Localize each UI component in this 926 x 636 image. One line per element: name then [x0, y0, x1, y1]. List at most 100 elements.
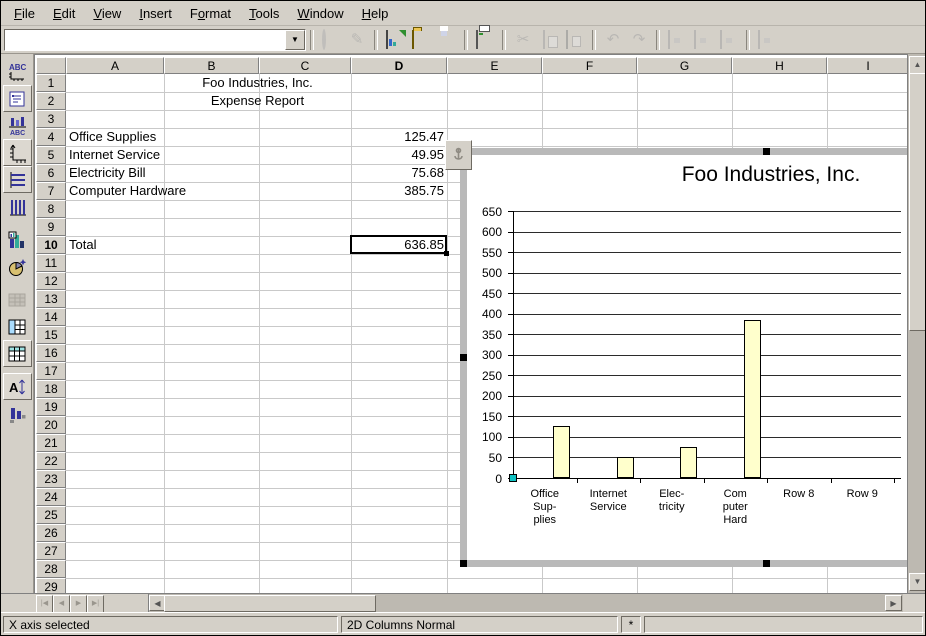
chart-title[interactable]: Foo Industries, Inc. [682, 163, 861, 187]
x-axis-label[interactable]: Elec- tricity [641, 488, 703, 514]
y-axis-label[interactable]: 450 [468, 287, 502, 301]
row-header-11[interactable]: 11 [36, 254, 66, 272]
x-axis-label[interactable]: Row 8 [768, 488, 830, 501]
vertical-scroll-thumb[interactable] [909, 73, 926, 331]
chart-title-icon[interactable]: ABC [3, 58, 32, 85]
bar[interactable] [617, 457, 634, 478]
paste-icon[interactable] [562, 27, 588, 53]
x-axis-label[interactable]: Com puter Hard [704, 488, 766, 527]
y-axis-label[interactable]: 50 [468, 451, 502, 465]
column-header-F[interactable]: F [542, 57, 637, 74]
y-axis-label[interactable]: 250 [468, 369, 502, 383]
hyperlink-bar-icon[interactable] [716, 27, 742, 53]
object-anchor-icon[interactable] [445, 140, 472, 170]
vertical-scrollbar[interactable]: ▲ ▼ [907, 54, 925, 593]
y-axis[interactable] [513, 211, 514, 479]
gallery-icon[interactable] [754, 27, 780, 53]
cell-A7[interactable]: Computer Hardware [66, 182, 164, 200]
menu-view[interactable]: View [84, 3, 130, 24]
row-header-9[interactable]: 9 [36, 218, 66, 236]
undo-icon[interactable]: ↶ [600, 27, 626, 53]
scroll-up-button[interactable]: ▲ [909, 56, 926, 74]
row-header-2[interactable]: 2 [36, 92, 66, 110]
y-axis-label[interactable]: 0 [468, 472, 502, 486]
reorganize-chart-icon[interactable] [3, 400, 32, 427]
first-sheet-button[interactable]: |◀ [36, 595, 53, 613]
row-header-27[interactable]: 27 [36, 542, 66, 560]
column-header-A[interactable]: A [66, 57, 164, 74]
object-handle[interactable] [763, 148, 770, 155]
object-handle[interactable] [460, 354, 467, 361]
data-in-columns-icon[interactable] [3, 313, 32, 340]
row-header-25[interactable]: 25 [36, 506, 66, 524]
row-header-4[interactable]: 4 [36, 128, 66, 146]
edit-file-icon[interactable]: ✎ [344, 27, 370, 53]
prev-sheet-button[interactable]: ◀ [53, 595, 70, 613]
horizontal-scrollbar[interactable]: ◀ ▶ [148, 594, 903, 612]
horizontal-scroll-thumb[interactable] [164, 595, 376, 612]
redo-icon[interactable]: ↷ [626, 27, 652, 53]
row-header-19[interactable]: 19 [36, 398, 66, 416]
column-header-C[interactable]: C [259, 57, 351, 74]
cell-D7[interactable]: 385.75 [351, 182, 447, 200]
fill-handle[interactable] [444, 251, 449, 256]
bar[interactable] [553, 426, 570, 478]
row-header-5[interactable]: 5 [36, 146, 66, 164]
x-axis-label[interactable]: Internet Service [577, 488, 639, 514]
menu-help[interactable]: Help [353, 3, 398, 24]
row-header-10[interactable]: 10 [36, 236, 66, 254]
bar[interactable] [680, 447, 697, 478]
next-sheet-button[interactable]: ▶ [70, 595, 87, 613]
row-header-20[interactable]: 20 [36, 416, 66, 434]
x-axis-selection-handle[interactable] [509, 474, 517, 482]
row-header-16[interactable]: 16 [36, 344, 66, 362]
copy-icon[interactable] [536, 27, 562, 53]
y-axis-label[interactable]: 300 [468, 348, 502, 362]
cell-D5[interactable]: 49.95 [351, 146, 447, 164]
cell-D6[interactable]: 75.68 [351, 164, 447, 182]
column-header-I[interactable]: I [827, 57, 909, 74]
select-all-corner[interactable] [36, 57, 66, 74]
column-header-E[interactable]: E [447, 57, 542, 74]
row-header-12[interactable]: 12 [36, 272, 66, 290]
chart-legend-icon[interactable] [3, 85, 32, 112]
cell-A5[interactable]: Internet Service [66, 146, 164, 164]
menu-file[interactable]: File [5, 3, 44, 24]
chart-object[interactable]: Foo Industries, Inc.65060055050045040035… [460, 148, 907, 567]
row-header-24[interactable]: 24 [36, 488, 66, 506]
cut-icon[interactable]: ✂ [510, 27, 536, 53]
cell-B1[interactable]: Foo Industries, Inc. [164, 74, 351, 92]
y-axis-label[interactable]: 550 [468, 246, 502, 260]
row-header-29[interactable]: 29 [36, 578, 66, 593]
vertical-grid-icon[interactable] [3, 193, 32, 220]
save-icon[interactable] [434, 27, 460, 53]
row-header-17[interactable]: 17 [36, 362, 66, 380]
row-header-7[interactable]: 7 [36, 182, 66, 200]
cell-A10[interactable]: Total [66, 236, 164, 254]
menu-window[interactable]: Window [288, 3, 352, 24]
column-header-B[interactable]: B [164, 57, 259, 74]
row-header-14[interactable]: 14 [36, 308, 66, 326]
row-header-23[interactable]: 23 [36, 470, 66, 488]
url-combobox[interactable]: ▼ [4, 29, 306, 51]
object-handle[interactable] [763, 560, 770, 567]
new-document-icon[interactable] [382, 27, 408, 53]
y-axis-label[interactable]: 200 [468, 389, 502, 403]
navigator-icon[interactable] [664, 27, 690, 53]
menu-format[interactable]: Format [181, 3, 240, 24]
row-header-18[interactable]: 18 [36, 380, 66, 398]
row-header-21[interactable]: 21 [36, 434, 66, 452]
row-header-6[interactable]: 6 [36, 164, 66, 182]
open-icon[interactable] [408, 27, 434, 53]
menu-insert[interactable]: Insert [130, 3, 181, 24]
show-axes-icon[interactable] [3, 139, 32, 166]
y-axis-label[interactable]: 500 [468, 266, 502, 280]
row-header-26[interactable]: 26 [36, 524, 66, 542]
row-header-3[interactable]: 3 [36, 110, 66, 128]
row-header-28[interactable]: 28 [36, 560, 66, 578]
x-axis[interactable] [513, 478, 901, 479]
last-sheet-button[interactable]: ▶| [87, 595, 104, 613]
row-header-22[interactable]: 22 [36, 452, 66, 470]
scroll-right-button[interactable]: ▶ [885, 595, 902, 611]
url-input[interactable] [5, 30, 285, 50]
